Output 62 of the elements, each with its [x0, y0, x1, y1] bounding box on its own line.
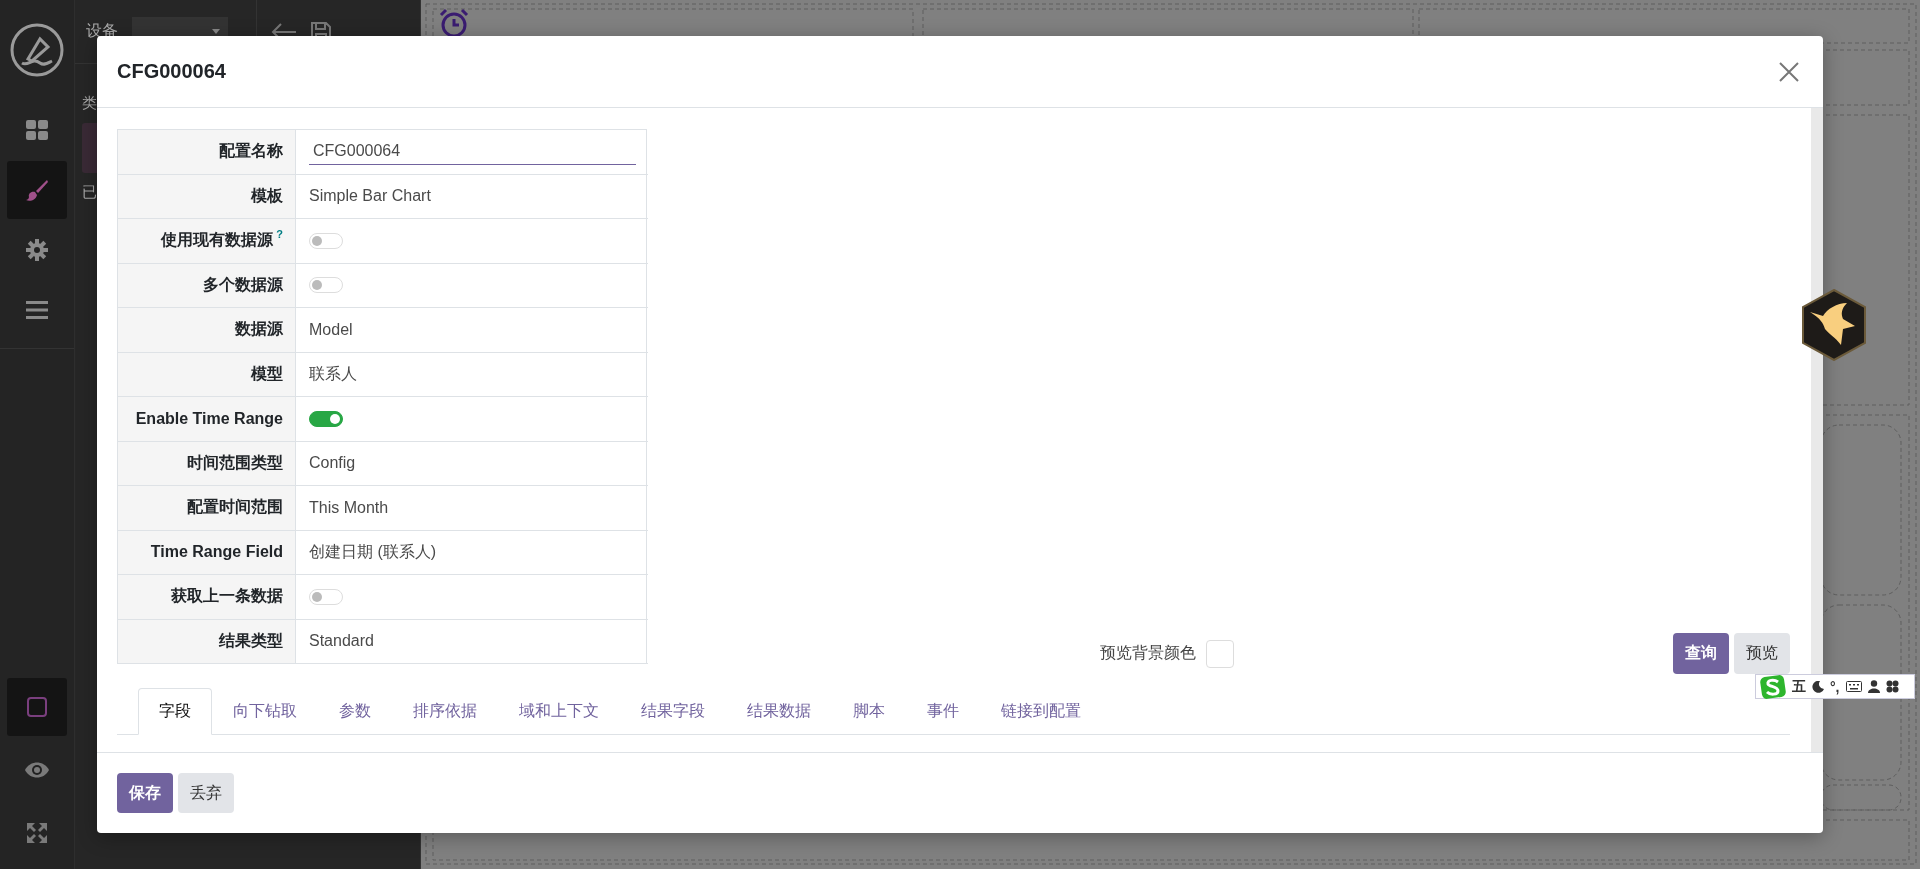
field-value: Simple Bar Chart [309, 187, 431, 206]
toggle-switch[interactable] [309, 410, 343, 427]
bird-badge-icon[interactable] [1801, 289, 1867, 361]
status-label: 已 [82, 183, 97, 202]
field-value: Config [309, 454, 356, 473]
action-button[interactable]: 预览 [1734, 633, 1790, 674]
tab[interactable]: 向下钻取 [212, 688, 318, 735]
tab[interactable]: 域和上下文 [498, 688, 620, 735]
field-label: 多个数据源 [203, 274, 283, 295]
field-label: 模板 [251, 185, 283, 206]
field-label: 使用现有数据源 [161, 230, 274, 251]
brush-icon [25, 178, 49, 202]
expand-icon [27, 823, 47, 843]
settings-icon [26, 239, 48, 261]
input-mode-label[interactable]: 五 [1792, 677, 1806, 696]
field-value: 联系人 [309, 363, 357, 384]
tab[interactable]: 排序依据 [392, 688, 498, 735]
sidebar-item[interactable] [7, 678, 67, 736]
category-label: 类 [82, 94, 97, 113]
field-label: 时间范围类型 [187, 452, 283, 473]
caret-icon [212, 29, 220, 34]
pen-logo-icon[interactable] [10, 23, 64, 77]
field-label: 结果类型 [219, 630, 283, 651]
alarm-clock-icon[interactable] [439, 8, 469, 38]
keyboard-icon[interactable] [1845, 681, 1862, 692]
sidebar-item[interactable] [7, 161, 67, 219]
punctuation-label[interactable]: °, [1830, 678, 1840, 695]
menu-icon [26, 301, 48, 319]
field-label: 获取上一条数据 [171, 586, 283, 607]
field-value: Standard [309, 632, 374, 651]
field-label: 配置时间范围 [187, 497, 283, 518]
tab[interactable]: 参数 [318, 688, 392, 735]
field-value: 创建日期 (联系人) [309, 541, 437, 562]
color-swatch[interactable] [1206, 639, 1234, 668]
eye-icon [25, 762, 49, 778]
field-value: This Month [309, 498, 389, 517]
tab[interactable]: 事件 [906, 688, 980, 735]
ime-logo-icon[interactable] [1760, 674, 1786, 699]
footer-button[interactable]: 丢弃 [178, 773, 234, 813]
field-label: 模型 [251, 363, 283, 384]
field-label: Enable Time Range [135, 409, 283, 428]
footer-button[interactable]: 保存 [117, 773, 173, 813]
tab[interactable]: 结果数据 [726, 688, 832, 735]
action-button[interactable]: 查询 [1673, 633, 1729, 674]
field-label: 数据源 [235, 319, 283, 340]
field-label: 配置名称 [219, 141, 283, 162]
clover-icon[interactable] [1885, 680, 1899, 693]
field-label: Time Range Field [150, 543, 283, 562]
tab[interactable]: 结果字段 [620, 688, 726, 735]
tab[interactable]: 字段 [138, 688, 212, 735]
person-icon[interactable] [1867, 680, 1880, 693]
preview-background-label: 预览背景颜色 [1100, 643, 1196, 663]
close-icon [1779, 61, 1799, 82]
help-tooltip[interactable]: ? [276, 228, 283, 240]
square-icon [27, 697, 47, 717]
tab[interactable]: 链接到配置 [980, 688, 1102, 735]
name-input-field[interactable]: CFG000064 [309, 138, 636, 166]
dashboard-icon [26, 120, 48, 140]
moon-icon[interactable] [1812, 680, 1824, 693]
tab[interactable]: 脚本 [832, 688, 906, 735]
dialog-title: CFG000064 [117, 60, 226, 83]
field-value: Model [309, 320, 353, 339]
